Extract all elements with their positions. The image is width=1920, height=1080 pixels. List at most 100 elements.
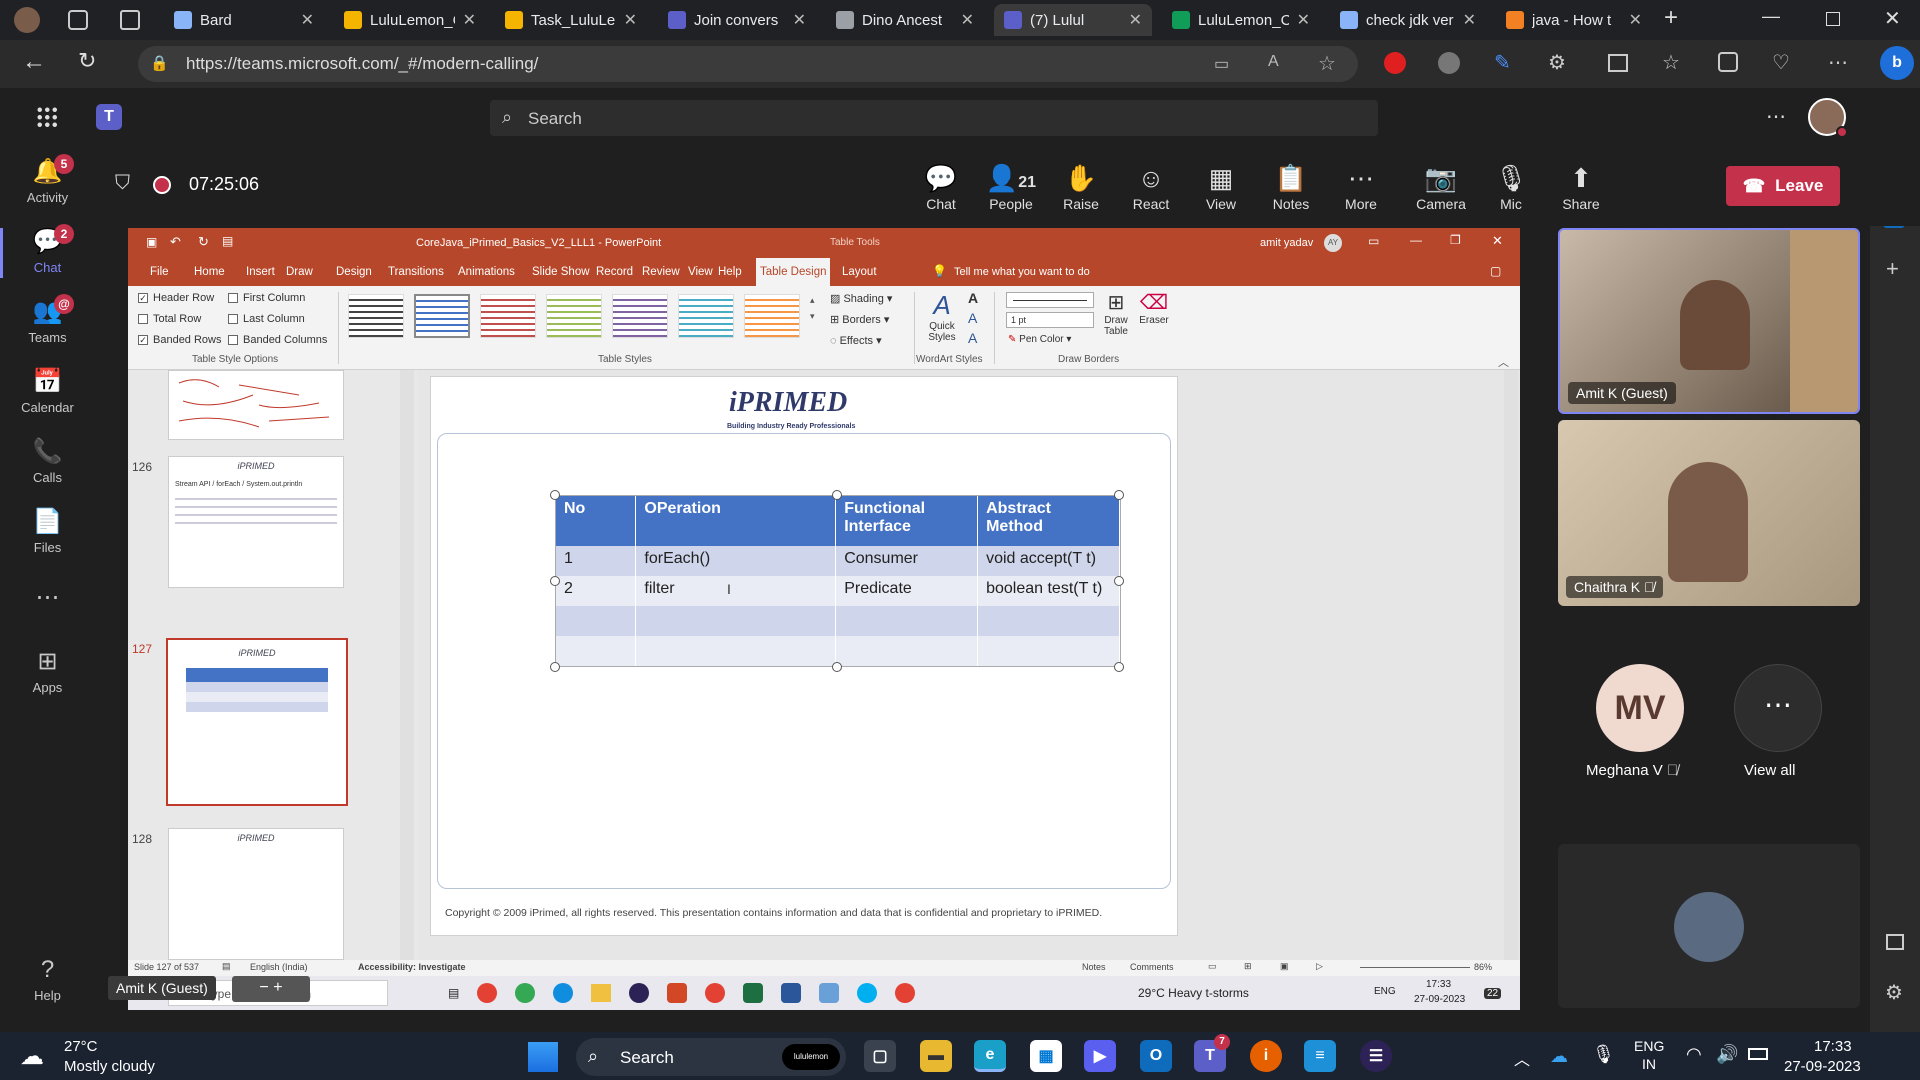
rail-item-chat[interactable]: 💬 Chat 2 (0, 224, 95, 278)
present-icon[interactable]: ▤ (222, 234, 233, 248)
zoom-slider[interactable] (1360, 967, 1470, 968)
edge-icon[interactable] (553, 983, 574, 1003)
more-button[interactable]: ⋯ More (1326, 148, 1396, 212)
text-fill-icon[interactable]: A (968, 290, 978, 306)
people-button[interactable]: 👤21 People (976, 148, 1046, 212)
menu-tab-view[interactable]: View (684, 258, 717, 286)
url-field[interactable]: 🔒 https://teams.microsoft.com/_#/modern-… (138, 46, 1358, 82)
mic-button[interactable]: 🎙 Mic (1476, 148, 1546, 212)
close-tab-icon[interactable]: ✕ (463, 10, 476, 30)
menu-tab-help[interactable]: Help (714, 258, 746, 286)
notes-button[interactable]: Notes (1082, 962, 1106, 972)
close-tab-icon[interactable]: ✕ (1297, 10, 1310, 30)
comments-icon[interactable]: ▢ (1490, 264, 1501, 278)
table-header-cell[interactable]: OPeration (635, 496, 837, 546)
profile-avatar[interactable] (14, 7, 40, 33)
bing-icon[interactable]: b (1880, 46, 1914, 80)
table-cell[interactable]: void accept(T t) (977, 546, 1120, 576)
tell-me-box[interactable]: Tell me what you want to do (954, 266, 1090, 278)
eraser-button[interactable]: ⌫ Eraser (1136, 290, 1172, 326)
app-icon[interactable] (819, 983, 840, 1003)
style-option-checkbox[interactable]: ✓ Banded Rows (138, 334, 222, 346)
camera-permission-icon[interactable]: ▭ (1214, 54, 1229, 74)
collapse-ribbon-icon[interactable]: ︿ (1498, 354, 1509, 370)
extensions-icon[interactable]: ⚙ (1548, 50, 1566, 75)
workspaces-icon[interactable] (68, 10, 88, 30)
table-style-swatch[interactable] (678, 294, 734, 338)
rail-item-teams[interactable]: 👥 Teams @ (0, 294, 95, 345)
table-cell[interactable]: boolean test(T t) (977, 576, 1120, 606)
share-button[interactable]: ⬆ Share (1546, 148, 1616, 212)
remote-notification-badge[interactable]: 22 (1484, 988, 1502, 999)
word-icon[interactable] (781, 983, 802, 1003)
ppt-user-avatar[interactable]: AY (1324, 234, 1342, 252)
rail-item-calls[interactable]: 📞 Calls (0, 438, 95, 485)
explorer-icon[interactable] (591, 984, 612, 1002)
zoom-control-pill[interactable]: − + (232, 976, 310, 1002)
weather-desc[interactable]: Mostly cloudy (64, 1058, 155, 1075)
table-cell[interactable]: 2 (556, 576, 637, 606)
effects-button[interactable]: ◌ Effects ▾ (830, 334, 882, 347)
browser-tab[interactable]: java - How t ✕ (1496, 4, 1652, 36)
view-all-button[interactable]: ⋯ (1734, 664, 1822, 752)
health-icon[interactable]: ♡ (1772, 50, 1790, 75)
pen-weight-select[interactable]: 1 pt (1006, 312, 1094, 328)
style-option-checkbox[interactable]: Total Row (138, 313, 201, 325)
favorite-star-icon[interactable]: ☆ (1318, 51, 1336, 76)
table-cell[interactable] (556, 606, 637, 636)
participant-avatar[interactable]: MV (1596, 664, 1684, 752)
table-style-swatch[interactable] (480, 294, 536, 338)
onedrive-icon[interactable]: ☁ (1550, 1046, 1568, 1067)
skype-icon[interactable] (857, 983, 878, 1003)
clock-date[interactable]: 27-09-2023 (1784, 1058, 1861, 1075)
menu-tab-record[interactable]: Record (592, 258, 637, 286)
region-indicator[interactable]: IN (1642, 1056, 1656, 1072)
sidebar-layout-icon[interactable] (1886, 934, 1904, 950)
notes-button[interactable]: 📋 Notes (1256, 148, 1326, 212)
lang-indicator[interactable]: ENG (1634, 1038, 1664, 1054)
text-effects-icon[interactable]: A (968, 330, 977, 346)
eclipse-icon[interactable] (629, 983, 650, 1003)
table-cell[interactable]: 1 (556, 546, 637, 576)
settings-more-icon[interactable]: ⋯ (1828, 50, 1848, 75)
maximize-button[interactable] (1826, 12, 1840, 26)
view-button[interactable]: ▦ View (1186, 148, 1256, 212)
camera-button[interactable]: 📷 Camera (1406, 148, 1476, 212)
sorter-view-icon[interactable]: ⊞ (1244, 961, 1252, 972)
gallery-scroll-icon[interactable]: ▴ ▾ (810, 292, 818, 324)
slideshow-icon[interactable]: ▷ (1316, 961, 1323, 972)
refresh-icon[interactable]: ↻ (78, 48, 96, 74)
ppt-minimize-button[interactable]: — (1410, 233, 1422, 247)
pen-style-select[interactable] (1006, 292, 1094, 308)
battery-icon[interactable] (1748, 1048, 1768, 1060)
add-sidebar-icon[interactable]: + (1886, 256, 1899, 282)
powerpoint-icon[interactable] (667, 983, 688, 1003)
table-cell[interactable] (835, 636, 979, 666)
task-view-icon[interactable]: ▢ (864, 1040, 896, 1072)
accessibility-status[interactable]: Accessibility: Investigate (358, 962, 466, 972)
rail-item-apps[interactable]: ⊞ Apps (0, 648, 95, 695)
chrome-icon[interactable] (515, 983, 536, 1003)
table-cell[interactable]: filter (635, 576, 837, 606)
quick-styles-button[interactable]: A Quick Styles (922, 290, 962, 343)
menu-tab-slide-show[interactable]: Slide Show (528, 258, 594, 286)
rail-item-activity[interactable]: 🔔 Activity 5 (0, 154, 95, 205)
resize-handle[interactable] (1114, 576, 1124, 586)
close-tab-icon[interactable]: ✕ (961, 10, 974, 30)
normal-view-icon[interactable]: ▭ (1208, 961, 1217, 972)
tab-actions-icon[interactable] (120, 10, 140, 30)
pen-extension-icon[interactable]: ✎ (1494, 50, 1511, 75)
table-header-cell[interactable]: No (556, 496, 637, 546)
resize-handle[interactable] (550, 576, 560, 586)
split-screen-icon[interactable] (1608, 54, 1628, 72)
notepad-icon[interactable]: ≡ (1304, 1040, 1336, 1072)
rail-item-help[interactable]: ? Help (0, 956, 95, 1003)
editor-scrollbar[interactable] (1504, 370, 1518, 960)
language-status[interactable]: English (India) (250, 962, 308, 972)
resize-handle[interactable] (1114, 490, 1124, 500)
participant-tile[interactable]: Amit K (Guest) (1558, 228, 1860, 414)
chrome-icon[interactable] (477, 983, 498, 1003)
table-cell[interactable]: Consumer (835, 546, 979, 576)
clock-time[interactable]: 17:33 (1814, 1038, 1852, 1055)
edge-icon[interactable]: e (974, 1040, 1006, 1072)
